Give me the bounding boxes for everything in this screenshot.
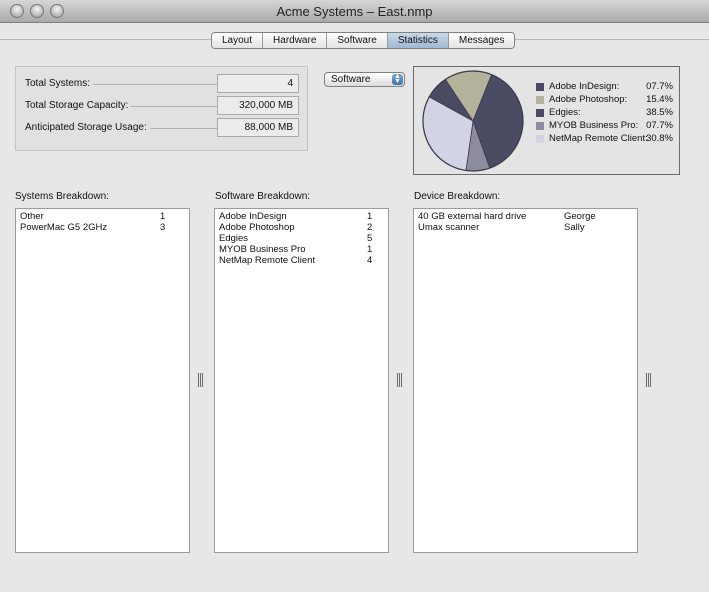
legend-percent: 30.8% xyxy=(646,133,673,144)
legend-swatch xyxy=(536,96,544,104)
stat-label: Anticipated Storage Usage: xyxy=(25,122,150,133)
legend-label: Edgies: xyxy=(549,107,581,118)
legend-label: MYOB Business Pro: xyxy=(549,120,639,131)
legend-label: Adobe InDesign: xyxy=(549,81,620,92)
device-name: 40 GB external hard drive xyxy=(418,211,527,222)
device-owner: George xyxy=(564,211,596,222)
software-name: NetMap Remote Client xyxy=(219,255,316,266)
title-bar: Acme Systems – East.nmp xyxy=(0,0,709,23)
chart-category-select[interactable]: Software ▲ ▼ xyxy=(324,72,405,87)
legend-label: NetMap Remote Client: xyxy=(549,133,648,144)
legend-swatch xyxy=(536,83,544,91)
legend-percent: 38.5% xyxy=(646,107,673,118)
stat-label: Total Storage Capacity: xyxy=(25,100,132,111)
stat-row-total-systems: Total Systems: 4 xyxy=(16,74,306,94)
device-owner: Sally xyxy=(564,222,585,233)
legend-swatch xyxy=(536,135,544,143)
systems-breakdown-label: Systems Breakdown: xyxy=(15,191,109,202)
legend-label: Adobe Photoshop: xyxy=(549,94,628,105)
legend-percent: 07.7% xyxy=(646,120,673,131)
splitter-handle[interactable] xyxy=(198,373,204,387)
list-item[interactable]: Edgies 5 xyxy=(215,233,388,244)
list-item[interactable]: Adobe Photoshop 2 xyxy=(215,222,388,233)
splitter-handle[interactable] xyxy=(397,373,403,387)
system-name: Other xyxy=(20,211,44,222)
window-title: Acme Systems – East.nmp xyxy=(276,4,433,19)
stat-row-storage-usage: Anticipated Storage Usage: 88,000 MB xyxy=(16,118,306,138)
list-item[interactable]: Adobe InDesign 1 xyxy=(215,211,388,222)
legend-item: Adobe Photoshop: 15.4% xyxy=(536,94,673,107)
list-item[interactable]: NetMap Remote Client 4 xyxy=(215,255,388,266)
tab-messages[interactable]: Messages xyxy=(448,33,515,48)
device-name: Umax scanner xyxy=(418,222,480,233)
summary-stats-box: Total Systems: 4 Total Storage Capacity:… xyxy=(15,66,308,151)
tab-bar: Layout Hardware Software Statistics Mess… xyxy=(211,32,516,49)
software-count: 5 xyxy=(367,233,373,244)
legend-swatch xyxy=(536,122,544,130)
software-breakdown-list[interactable]: Adobe InDesign 1 Adobe Photoshop 2 Edgie… xyxy=(214,208,389,553)
legend-item: NetMap Remote Client: 30.8% xyxy=(536,133,673,146)
stat-value: 4 xyxy=(217,74,299,93)
list-item[interactable]: PowerMac G5 2GHz 3 xyxy=(16,222,189,233)
software-count: 1 xyxy=(367,244,373,255)
system-count: 3 xyxy=(160,222,166,233)
software-name: Adobe Photoshop xyxy=(219,222,295,233)
list-item[interactable]: 40 GB external hard drive George xyxy=(414,211,637,222)
legend-percent: 07.7% xyxy=(646,81,673,92)
pie-chart xyxy=(422,70,524,172)
systems-breakdown-list[interactable]: Other 1 PowerMac G5 2GHz 3 xyxy=(15,208,190,553)
stat-label: Total Systems: xyxy=(25,78,94,89)
software-breakdown-label: Software Breakdown: xyxy=(215,191,311,202)
legend-swatch xyxy=(536,109,544,117)
list-item[interactable]: Other 1 xyxy=(16,211,189,222)
list-item[interactable]: MYOB Business Pro 1 xyxy=(215,244,388,255)
legend-item: Edgies: 38.5% xyxy=(536,107,673,120)
stat-value: 88,000 MB xyxy=(217,118,299,137)
software-name: MYOB Business Pro xyxy=(219,244,306,255)
legend-percent: 15.4% xyxy=(646,94,673,105)
chevron-up-down-icon: ▲ ▼ xyxy=(392,73,403,85)
stat-value: 320,000 MB xyxy=(217,96,299,115)
pie-chart-panel: Adobe InDesign: 07.7% Adobe Photoshop: 1… xyxy=(413,66,680,175)
tab-software[interactable]: Software xyxy=(327,33,388,48)
statistics-view: Layout Hardware Software Statistics Mess… xyxy=(0,23,709,592)
software-name: Adobe InDesign xyxy=(219,211,287,222)
software-count: 2 xyxy=(367,222,373,233)
splitter-handle[interactable] xyxy=(646,373,652,387)
software-name: Edgies xyxy=(219,233,249,244)
software-count: 1 xyxy=(367,211,373,222)
stat-row-storage-capacity: Total Storage Capacity: 320,000 MB xyxy=(16,96,306,116)
tab-statistics[interactable]: Statistics xyxy=(387,33,449,48)
legend-item: Adobe InDesign: 07.7% xyxy=(536,81,673,94)
tab-hardware[interactable]: Hardware xyxy=(263,33,328,48)
software-count: 4 xyxy=(367,255,373,266)
chart-legend: Adobe InDesign: 07.7% Adobe Photoshop: 1… xyxy=(536,81,673,146)
list-item[interactable]: Umax scanner Sally xyxy=(414,222,637,233)
system-name: PowerMac G5 2GHz xyxy=(20,222,108,233)
legend-item: MYOB Business Pro: 07.7% xyxy=(536,120,673,133)
device-breakdown-list[interactable]: 40 GB external hard drive George Umax sc… xyxy=(413,208,638,553)
tab-layout[interactable]: Layout xyxy=(212,33,264,48)
select-value: Software xyxy=(331,74,371,85)
device-breakdown-label: Device Breakdown: xyxy=(414,191,501,202)
system-count: 1 xyxy=(160,211,166,222)
